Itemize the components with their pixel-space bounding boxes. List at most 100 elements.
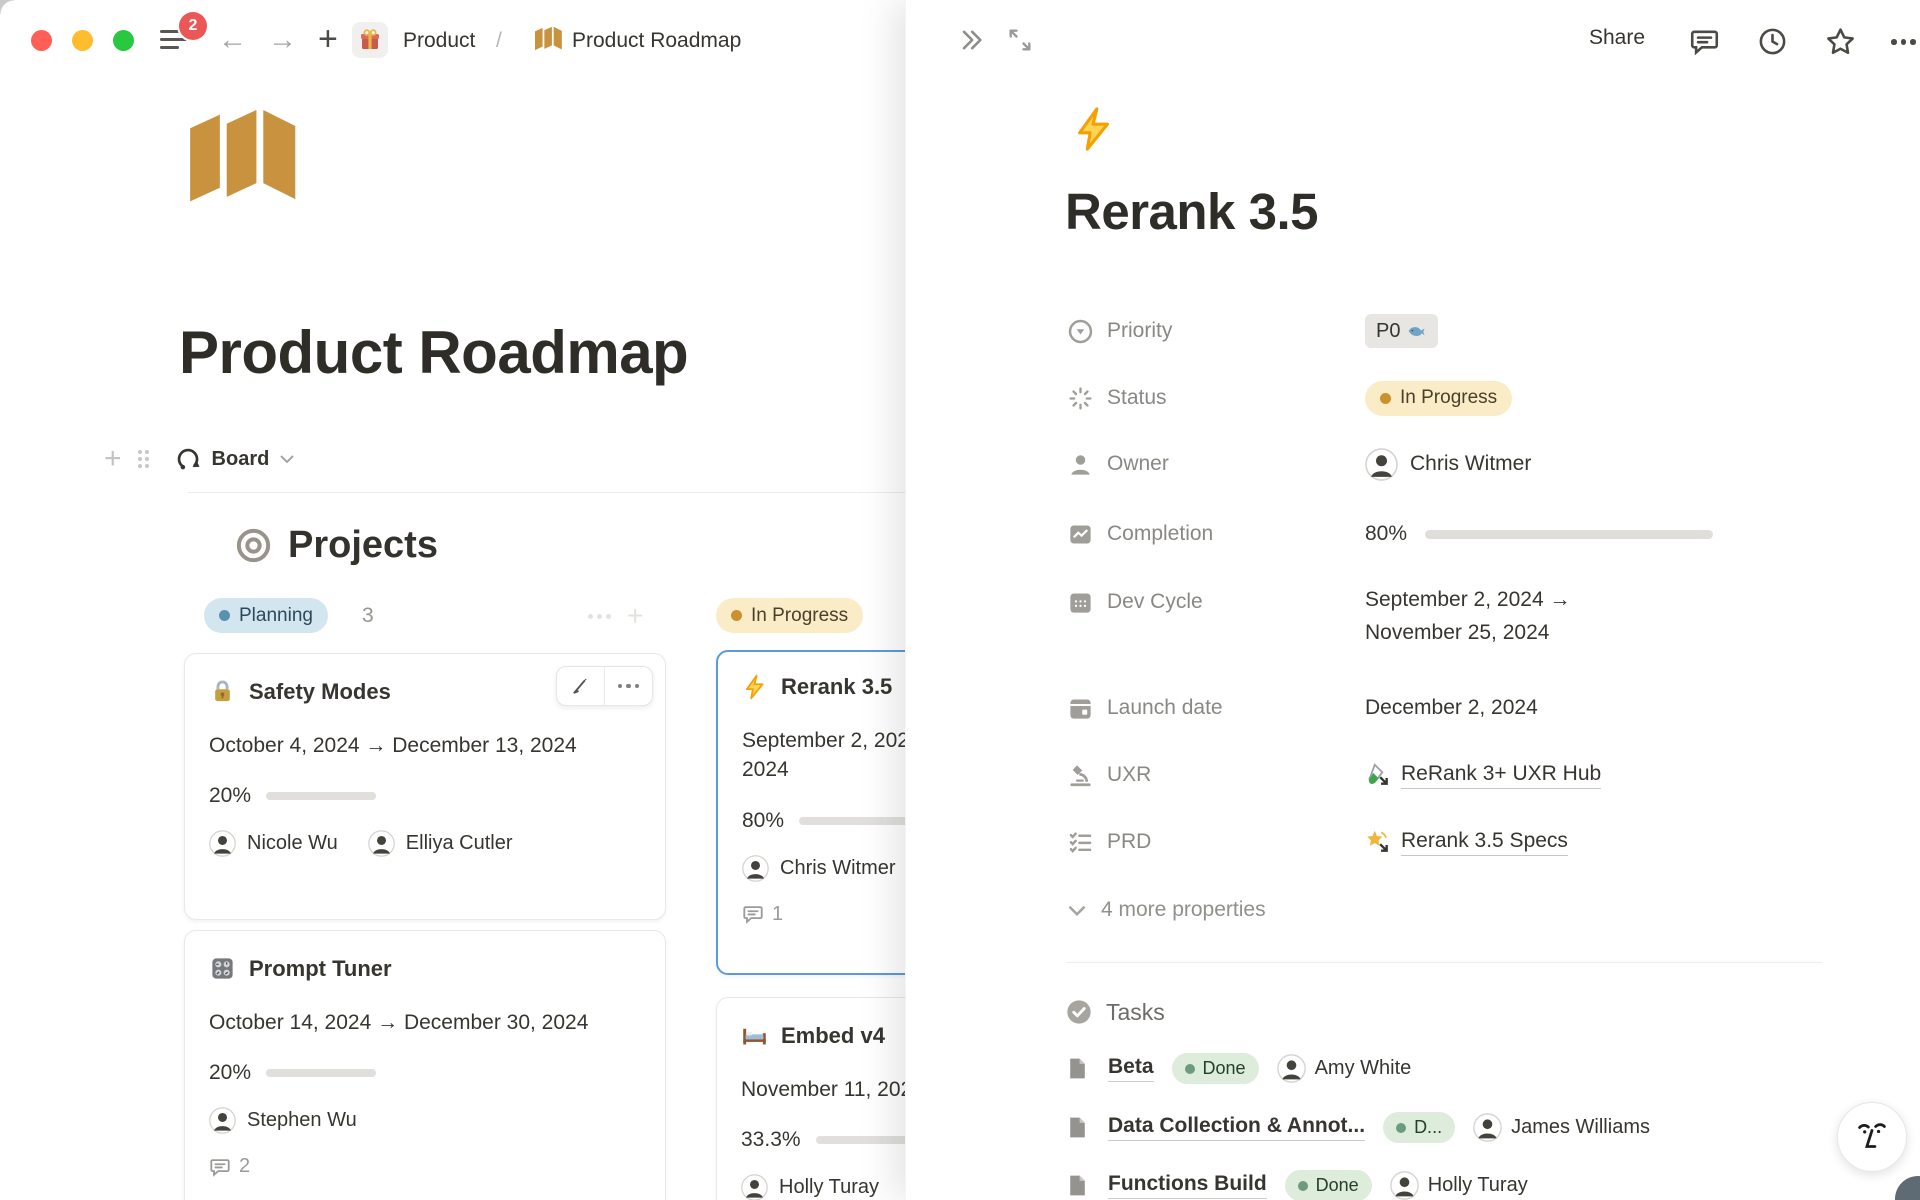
person-name: Holly Turay [779, 1176, 879, 1199]
priority-value-pill[interactable]: P0 [1365, 314, 1438, 348]
breadcrumb-root[interactable]: Product [403, 28, 475, 54]
tasks-title[interactable]: Tasks [1106, 999, 1165, 1026]
card-title[interactable]: Embed v4 [781, 1023, 885, 1049]
chart-icon [1067, 521, 1094, 548]
breadcrumb-product-tile[interactable] [352, 22, 388, 58]
card-title[interactable]: Prompt Tuner [249, 956, 392, 982]
tab-board-view[interactable]: Board [212, 448, 270, 471]
notion-window: 2 ← → + Product / Product Roadmap Produc… [0, 0, 1920, 1200]
breadcrumb-separator: / [496, 28, 502, 54]
prd-link-text[interactable]: Rerank 3.5 Specs [1401, 829, 1568, 856]
avatar [742, 855, 769, 882]
uxr-link-text[interactable]: ReRank 3+ UXR Hub [1401, 762, 1601, 789]
task-row[interactable]: Data Collection & Annot... D... James Wi… [1065, 1112, 1650, 1143]
page-icon-map[interactable] [190, 110, 300, 206]
avatar [368, 830, 395, 857]
property-row-completion[interactable]: Completion 80% [1067, 516, 1713, 552]
completion-progress-bar [1425, 530, 1713, 539]
edit-pencil-icon[interactable] [557, 666, 604, 706]
task-status-pill[interactable]: D... [1383, 1112, 1455, 1143]
uxr-link[interactable]: ReRank 3+ UXR Hub [1365, 762, 1601, 789]
property-row-launch-date[interactable]: Launch date December 2, 2024 [1067, 690, 1538, 726]
status-dot [1185, 1064, 1195, 1074]
property-row-owner[interactable]: Owner Chris Witmer [1067, 446, 1531, 482]
card-menu-icon[interactable] [605, 666, 652, 706]
traffic-zoom-button[interactable] [113, 30, 134, 51]
card-prompt-tuner[interactable]: Prompt Tuner October 14, 2024 → December… [184, 930, 666, 1200]
column-header-in-progress[interactable]: In Progress [716, 598, 863, 633]
projects-title[interactable]: Projects [288, 524, 438, 567]
progress-bar [266, 792, 376, 800]
card-title[interactable]: Safety Modes [249, 679, 391, 705]
card-title[interactable]: Rerank 3.5 [781, 674, 892, 700]
forward-arrow-icon[interactable]: → [268, 24, 297, 56]
property-label: UXR [1107, 763, 1151, 787]
ai-face-icon [1854, 1118, 1890, 1156]
status-dot [219, 610, 230, 621]
column-label: In Progress [751, 605, 848, 627]
column-header-planning[interactable]: Planning 3 [204, 598, 374, 633]
projects-section-header: Projects [235, 524, 438, 567]
drag-handle-icon[interactable] [138, 450, 149, 468]
shooting-star-link-icon [1365, 829, 1391, 855]
history-clock-icon[interactable] [1757, 26, 1788, 57]
chevron-down-icon[interactable] [279, 454, 295, 464]
traffic-minimize-button[interactable] [72, 30, 93, 51]
assignee-name: Amy White [1315, 1057, 1412, 1080]
completion-percent: 80% [1365, 522, 1407, 546]
add-card-icon[interactable]: + [627, 604, 643, 628]
task-row[interactable]: Beta Done Amy White [1065, 1053, 1411, 1084]
task-title[interactable]: Functions Build [1108, 1172, 1267, 1199]
task-title[interactable]: Data Collection & Annot... [1108, 1114, 1365, 1141]
close-peek-chevrons-icon[interactable] [956, 26, 986, 54]
property-label: Status [1107, 386, 1167, 410]
side-peek-panel: Share Rerank 3.5 [905, 0, 1920, 1200]
prd-link[interactable]: Rerank 3.5 Specs [1365, 829, 1568, 856]
back-arrow-icon[interactable]: ← [218, 24, 247, 56]
task-status-pill[interactable]: Done [1172, 1053, 1259, 1084]
checklist-icon [1067, 829, 1094, 856]
add-view-icon[interactable]: + [104, 445, 122, 473]
favorite-star-icon[interactable] [1825, 26, 1856, 57]
map-icon-small [535, 26, 563, 52]
launch-date: December 2, 2024 [1365, 696, 1538, 720]
status-value-pill[interactable]: In Progress [1365, 381, 1512, 416]
traffic-close-button[interactable] [31, 30, 52, 51]
comments-icon[interactable] [1689, 26, 1720, 57]
property-row-status[interactable]: Status In Progress [1067, 380, 1512, 416]
avatar [209, 1107, 236, 1134]
property-row-uxr[interactable]: UXR ReRank 3+ UXR Hub [1067, 757, 1601, 793]
avatar [1277, 1054, 1306, 1083]
task-status-pill[interactable]: Done [1285, 1170, 1372, 1200]
property-row-priority[interactable]: Priority P0 [1067, 313, 1438, 349]
more-options-icon[interactable] [1891, 26, 1916, 45]
corner-peek-button[interactable] [1895, 1176, 1920, 1200]
comment-icon [209, 1156, 231, 1178]
column-count: 3 [362, 604, 374, 628]
bed-icon [741, 1022, 768, 1049]
avatar [1365, 448, 1398, 481]
task-row[interactable]: Functions Build Done Holly Turay [1065, 1170, 1528, 1200]
person-name: Elliya Cutler [406, 832, 513, 855]
column-hover-actions[interactable]: + [588, 604, 643, 628]
card-safety-modes[interactable]: Safety Modes October 4, 2024 → December … [184, 653, 666, 920]
share-button[interactable]: Share [1589, 26, 1645, 50]
notion-ai-button[interactable] [1837, 1102, 1907, 1172]
assignee-name: James Williams [1511, 1116, 1650, 1139]
progress-percent: 20% [209, 1061, 251, 1085]
page-icon-zap[interactable] [1071, 106, 1117, 152]
property-label: Priority [1107, 319, 1172, 343]
property-row-dev-cycle[interactable]: Dev Cycle September 2, 2024 → November 2… [1067, 584, 1667, 649]
task-title[interactable]: Beta [1108, 1055, 1154, 1082]
view-switcher-row: + Board [104, 445, 295, 473]
property-row-prd[interactable]: PRD Rerank 3.5 Specs [1067, 824, 1568, 860]
priority-value: P0 [1376, 320, 1400, 343]
more-properties-toggle[interactable]: 4 more properties [1067, 898, 1266, 922]
task-assignee: James Williams [1473, 1113, 1650, 1142]
breadcrumb-current[interactable]: Product Roadmap [572, 28, 741, 54]
ellipsis-icon[interactable] [588, 614, 611, 619]
comment-count: 2 [239, 1155, 250, 1178]
expand-page-icon[interactable] [1006, 26, 1034, 54]
new-page-icon[interactable]: + [318, 21, 338, 57]
test-tube-link-icon [1365, 762, 1391, 788]
